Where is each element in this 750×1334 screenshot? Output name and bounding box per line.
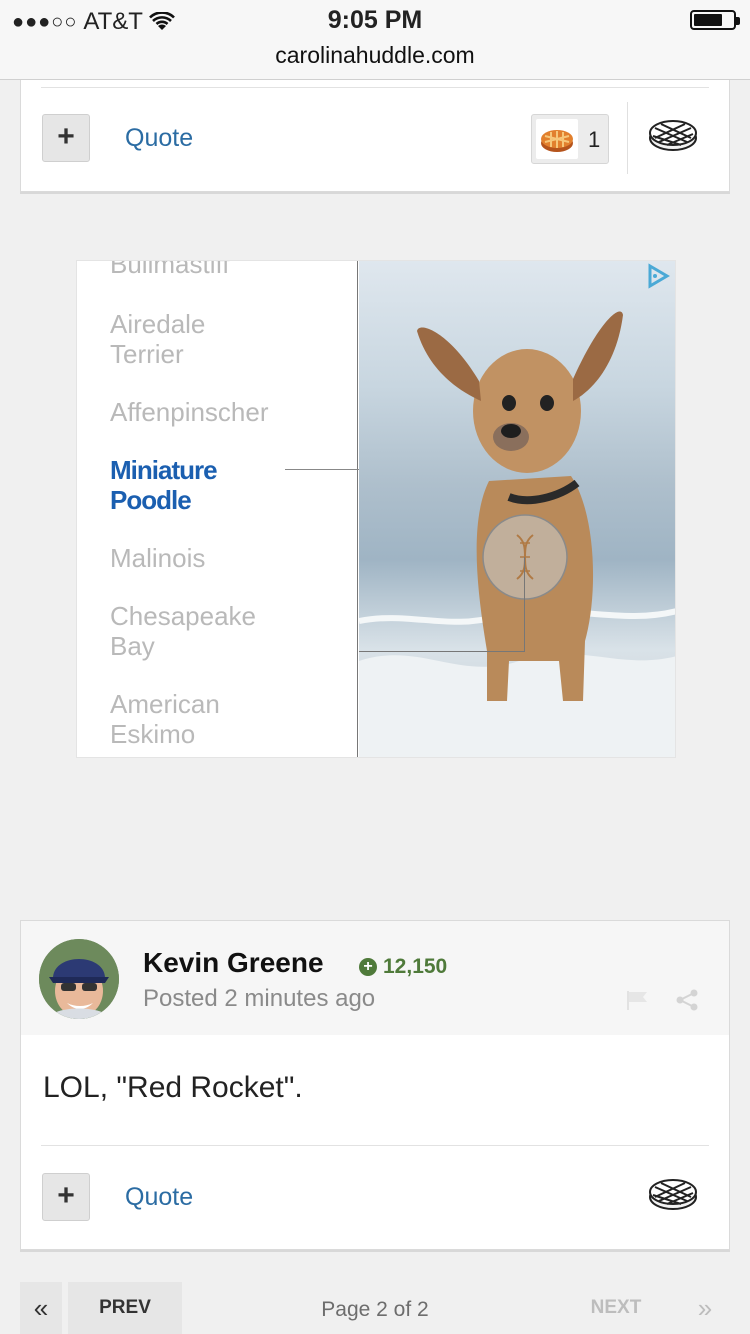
reaction-count: 1: [588, 127, 601, 152]
multiquote-button[interactable]: +: [42, 114, 90, 162]
callout-line: [285, 469, 359, 470]
author-name[interactable]: Kevin Greene: [143, 947, 324, 979]
dna-icon: [482, 514, 568, 600]
breed-item: Airedale Terrier: [110, 309, 206, 369]
flag-icon[interactable]: [625, 989, 651, 1011]
plus-circle-icon: +: [359, 958, 377, 976]
breed-item: Affenpinscher: [110, 397, 269, 427]
multiquote-button[interactable]: +: [42, 1173, 90, 1221]
previous-post-card: + Quote 1: [20, 80, 730, 192]
post-content: LOL, "Red Rocket".: [43, 1071, 303, 1104]
breed-list: Bullmastiff Airedale Terrier Affenpinsch…: [77, 260, 359, 757]
breed-item-active: Miniature Poodle: [110, 455, 218, 515]
adchoices-icon[interactable]: [645, 263, 671, 289]
breed-item: Malinois: [110, 543, 206, 573]
react-pie-icon[interactable]: [647, 114, 699, 154]
quote-link[interactable]: Quote: [125, 1183, 193, 1212]
reputation-badge: + 12,150: [359, 955, 447, 979]
divider: [627, 102, 628, 174]
battery-icon: [690, 10, 740, 30]
pagination: « PREV Page 2 of 2 NEXT »: [0, 1282, 750, 1334]
callout-line: [524, 557, 525, 652]
react-pie-icon[interactable]: [647, 1173, 699, 1213]
reaction-summary[interactable]: 1: [531, 114, 609, 164]
advertisement[interactable]: Bullmastiff Airedale Terrier Affenpinsch…: [76, 260, 676, 758]
share-icon[interactable]: [675, 989, 699, 1011]
callout-line: [359, 651, 525, 652]
avatar[interactable]: [39, 939, 119, 1019]
divider: [357, 261, 358, 757]
breed-item: Bullmastiff: [110, 260, 230, 279]
divider: [41, 87, 709, 88]
clock: 9:05 PM: [327, 6, 423, 34]
post-header: Kevin Greene + 12,150 Posted 2 minutes a…: [21, 921, 729, 1035]
post-card: Kevin Greene + 12,150 Posted 2 minutes a…: [20, 920, 730, 1250]
last-page-button[interactable]: »: [680, 1282, 730, 1334]
reputation-count: 12,150: [383, 955, 448, 978]
breed-item: American Eskimo: [110, 689, 220, 749]
post-timestamp[interactable]: Posted 2 minutes ago: [143, 985, 375, 1013]
divider: [41, 1145, 709, 1146]
breed-item: Chesapeake Bay: [110, 601, 256, 661]
address-bar[interactable]: carolinahuddle.com: [0, 42, 750, 69]
quote-link[interactable]: Quote: [125, 124, 193, 153]
next-page-button[interactable]: NEXT: [566, 1282, 666, 1334]
browser-status-bar: ●●●○○ AT&T 9:05 PM carolinahuddle.com: [0, 0, 750, 80]
dog-photo: [358, 261, 675, 757]
pie-reaction-icon: [536, 119, 578, 159]
